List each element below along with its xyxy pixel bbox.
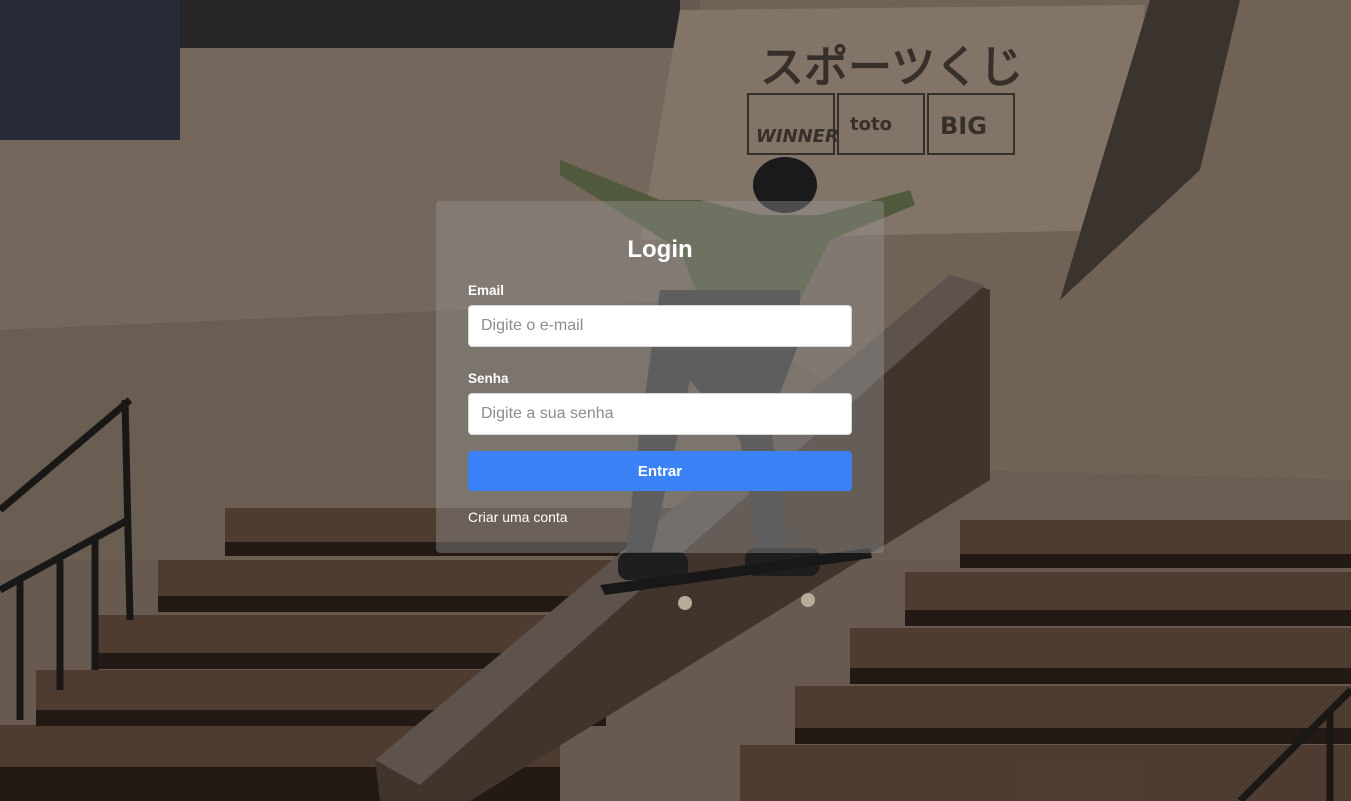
login-title: Login	[627, 236, 693, 263]
login-button[interactable]: Entrar	[468, 451, 852, 491]
login-page: スポーツくじ WINNER toto BIG Login Email Digit…	[0, 0, 1351, 801]
email-label: Email	[468, 283, 505, 298]
password-label: Senha	[468, 371, 509, 386]
login-form: Login Email Senha Entrar Criar uma conta	[436, 201, 884, 553]
password-input[interactable]	[468, 393, 852, 435]
email-input[interactable]	[468, 305, 852, 347]
create-account-link[interactable]: Criar uma conta	[468, 509, 568, 525]
